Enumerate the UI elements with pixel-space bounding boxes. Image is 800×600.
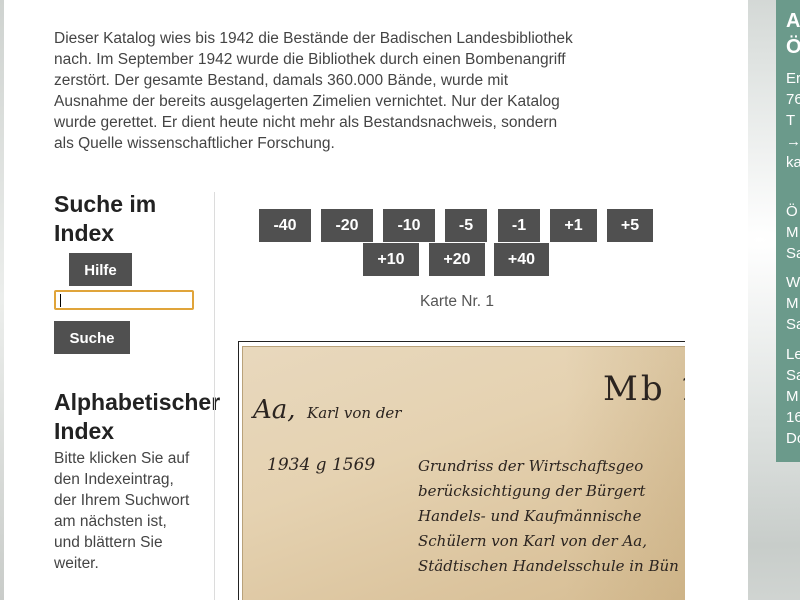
side-panel-line: Ö [786,203,798,220]
handwritten-line: berücksichtigung der Bürgert [418,482,646,500]
nav-button-plus-1[interactable]: +1 [550,209,597,242]
side-panel-line: W [786,274,800,291]
alpha-index-heading-line2: Index [54,418,115,444]
instruction-line: Bitte klicken Sie auf [54,450,190,467]
search-button[interactable]: Suche [54,321,130,354]
card-number-label: Karte Nr. 1 [419,293,495,310]
instruction-line: den Indexeintrag, [54,471,174,488]
handwritten-name-rest: Karl von der [307,404,402,422]
text-caret [60,294,61,307]
handwritten-name: Aa, [253,395,296,425]
column-divider [214,192,215,600]
alpha-index-instructions: Bitte klicken Sie auf den Indexeintrag, … [54,448,214,574]
search-heading: Suche im Index [54,190,156,248]
side-panel-line: Sa [786,316,800,333]
alpha-index-heading: Alphabetischer Index [54,388,254,446]
nav-button-plus-10[interactable]: +10 [363,243,419,276]
nav-button-plus-40[interactable]: +40 [494,243,549,276]
nav-button-plus-20[interactable]: +20 [429,243,485,276]
side-panel-line: M [786,224,799,241]
nav-button-minus-40[interactable]: -40 [259,209,311,242]
side-panel-line: Le [786,346,800,363]
card-paper: Aa, Karl von der Mb 1 1934 g 1569 Grundr… [242,346,685,600]
nav-button-minus-20[interactable]: -20 [321,209,373,242]
left-column: Suche im Index Hilfe Suche Alphabetische… [54,190,220,600]
side-panel-line: 76 [786,91,800,108]
nav-button-minus-5[interactable]: -5 [445,209,487,242]
nav-button-minus-1[interactable]: -1 [498,209,540,242]
handwritten-line: Grundriss der Wirtschaftsgeo [418,457,644,475]
side-panel-line: Do [786,430,800,447]
nav-button-plus-5[interactable]: +5 [607,209,653,242]
help-button[interactable]: Hilfe [69,253,132,286]
nav-button-minus-10[interactable]: -10 [383,209,435,242]
instruction-line: der Ihrem Suchwort [54,492,190,509]
side-panel-line: M [786,388,799,405]
side-panel-title-line: Ö [786,36,800,58]
main-content: Dieser Katalog wies bis 1942 die Beständ… [4,0,748,600]
side-panel-opening-hours: A Ö Er 76 T → ka Ö M Sa W M Sa Le Sa M 1… [776,0,800,462]
side-panel-link-arrow[interactable]: → [786,131,800,152]
handwritten-line: Städtischen Handelsschule in Bün [418,557,679,575]
search-heading-line1: Suche im [54,191,157,217]
instruction-line: am nächsten ist, [54,513,167,530]
side-panel-title-line: A [786,10,800,32]
side-panel-link[interactable]: ka [786,152,800,173]
handwritten-line: Schülern von Karl von der Aa, [418,532,647,550]
instruction-line: weiter. [54,555,99,572]
side-panel-line: T [786,112,796,129]
handwritten-line: Handels- und Kaufmännische [418,507,642,525]
instruction-line: und blättern Sie [54,534,163,551]
side-panel-title: A Ö [786,8,800,60]
alpha-index-heading-line1: Alphabetischer [54,389,221,415]
catalog-card-image: Aa, Karl von der Mb 1 1934 g 1569 Grundr… [238,341,685,600]
search-heading-line2: Index [54,220,115,246]
side-panel-line: Sa [786,367,800,384]
intro-text: Dieser Katalog wies bis 1942 die Beständ… [54,30,573,152]
search-input[interactable] [54,290,194,310]
side-panel-line: M [786,295,799,312]
side-panel-line: Sa [786,245,800,262]
side-panel-line: 16 [786,409,800,426]
side-panel-line: Er [786,70,800,87]
handwritten-number: 1934 g 1569 [267,455,376,475]
handwritten-shelfmark: Mb 1 [603,369,685,409]
